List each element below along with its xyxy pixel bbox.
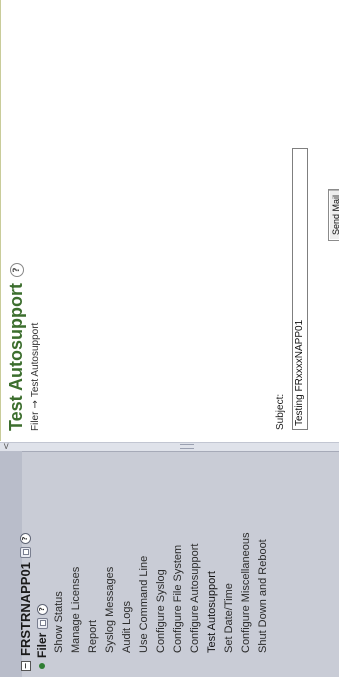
nav-item-syslog-messages[interactable]: Syslog Messages xyxy=(102,458,119,653)
nav-item-configure-autosupport[interactable]: Configure Autosupport xyxy=(187,458,204,653)
filer-label: Filer xyxy=(35,632,49,658)
page-title: Test Autosupport xyxy=(6,283,26,431)
help-icon[interactable]: ? xyxy=(36,603,48,615)
new-window-icon[interactable] xyxy=(20,547,31,559)
collapse-pane-arrow-icon[interactable]: < xyxy=(2,442,12,450)
nav-item-set-date-time[interactable]: Set Date/Time xyxy=(221,458,238,653)
autosupport-form: Subject: xyxy=(275,148,308,430)
breadcrumb-arrow-icon: → xyxy=(30,400,41,409)
tree-root-node[interactable]: − FRSTRNAPP01 ? xyxy=(18,458,33,671)
nav-item-use-command-line[interactable]: Use Command Line xyxy=(136,458,153,653)
nav-item-show-status[interactable]: Show Status xyxy=(51,458,68,653)
filer-menu-list: Show Status Manage Licenses Report Syslo… xyxy=(51,458,272,653)
new-window-icon[interactable] xyxy=(36,617,48,629)
nav-item-test-autosupport[interactable]: Test Autosupport xyxy=(204,458,221,653)
help-icon[interactable]: ? xyxy=(20,533,31,545)
nav-item-shut-down-and-reboot[interactable]: Shut Down and Reboot xyxy=(255,458,272,653)
content-pane: Test Autosupport ? Filer → Test Autosupp… xyxy=(0,0,339,441)
tree-filer-node[interactable]: Filer ? xyxy=(35,458,49,671)
subject-label: Subject: xyxy=(275,393,286,430)
nav-item-configure-file-system[interactable]: Configure File System xyxy=(170,458,187,653)
nav-item-configure-syslog[interactable]: Configure Syslog xyxy=(153,458,170,653)
rotated-screenshot-canvas: − FRSTRNAPP01 ? Filer ? Show Status Mana… xyxy=(0,0,339,677)
breadcrumb: Filer → Test Autosupport xyxy=(30,323,41,431)
nav-item-audit-logs[interactable]: Audit Logs xyxy=(119,458,136,653)
send-mail-button[interactable]: Send Mail xyxy=(328,188,339,241)
subject-input[interactable] xyxy=(291,148,308,430)
active-bullet-icon xyxy=(39,663,45,669)
header-divider xyxy=(0,0,1,441)
breadcrumb-parent[interactable]: Filer xyxy=(30,412,41,431)
page-header: Test Autosupport ? xyxy=(6,263,27,431)
navigation-pane: − FRSTRNAPP01 ? Filer ? Show Status Mana… xyxy=(0,451,339,677)
pane-splitter[interactable]: < xyxy=(0,442,339,451)
collapse-icon[interactable]: − xyxy=(20,661,31,671)
filer-hostname-label: FRSTRNAPP01 xyxy=(18,562,33,656)
nav-item-report[interactable]: Report xyxy=(85,458,102,653)
nav-item-configure-miscellaneous[interactable]: Configure Miscellaneous xyxy=(238,458,255,653)
nav-tree: − FRSTRNAPP01 ? Filer ? Show Status Mana… xyxy=(18,458,272,671)
splitter-grip-icon[interactable] xyxy=(180,444,194,449)
help-icon[interactable]: ? xyxy=(9,263,24,278)
nav-item-manage-licenses[interactable]: Manage Licenses xyxy=(68,458,85,653)
breadcrumb-current: Test Autosupport xyxy=(30,322,41,398)
